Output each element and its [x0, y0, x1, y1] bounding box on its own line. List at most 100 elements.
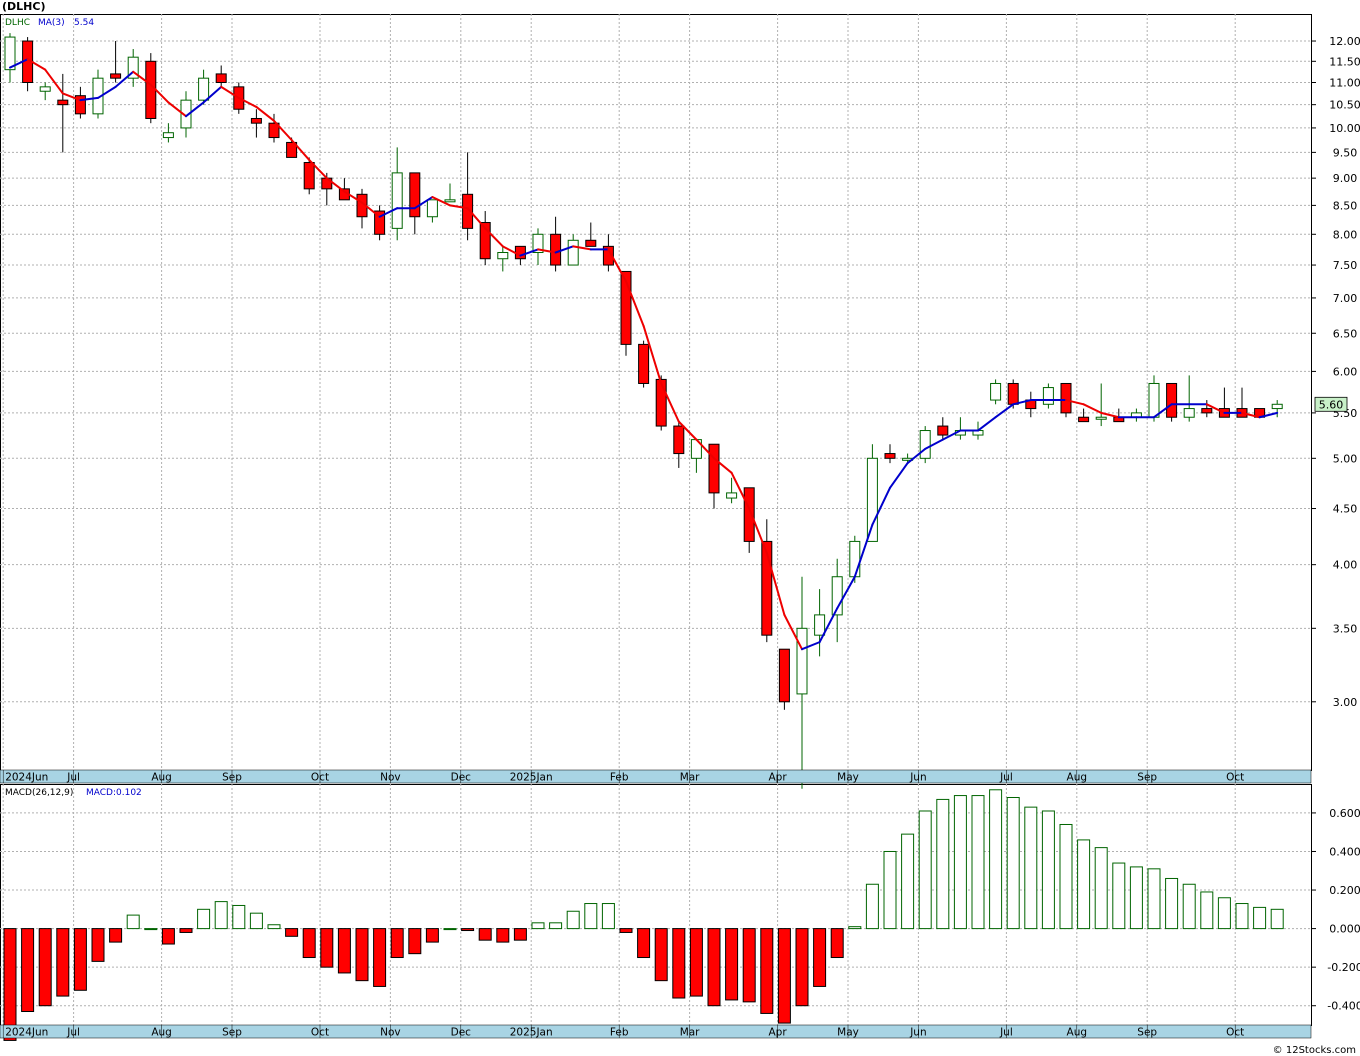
macd-bar — [725, 928, 739, 1001]
macd-bar — [1147, 868, 1161, 930]
month-label: Jun — [909, 772, 926, 784]
candle-body — [1042, 387, 1054, 405]
candle-body — [937, 425, 949, 436]
last-price-label: 5.60 — [1319, 398, 1344, 411]
month-label: Aug — [1067, 772, 1088, 784]
month-label: Dec — [451, 1027, 472, 1039]
macd-time-axis — [0, 1024, 1312, 1039]
macd-bar — [1200, 891, 1214, 930]
price-time-axis — [0, 769, 1312, 784]
macd-value-label: MACD:0.102 — [86, 788, 142, 798]
month-label: Sep — [222, 1027, 242, 1039]
macd-bar — [1112, 862, 1126, 930]
macd-bar — [813, 928, 827, 987]
macd-bar — [109, 928, 123, 943]
price-tick-label: 4.00 — [1333, 559, 1358, 572]
macd-bar — [1059, 823, 1073, 930]
price-tick-label: 10.00 — [1329, 122, 1360, 135]
candle-body — [990, 382, 1002, 401]
candle-body — [391, 172, 403, 229]
macd-bar — [566, 910, 580, 930]
price-tick-label: 8.00 — [1333, 228, 1358, 241]
macd-tick-label: 0.600 — [1329, 807, 1360, 820]
price-tick-label: 5.00 — [1333, 452, 1358, 465]
candle-body — [110, 73, 122, 79]
macd-bar — [1270, 908, 1284, 930]
macd-bar — [302, 928, 316, 959]
price-tick-label: 3.50 — [1333, 622, 1358, 635]
macd-bar — [549, 922, 563, 930]
macd-tick-label: 0.400 — [1329, 845, 1360, 858]
candle-body — [567, 239, 579, 266]
macd-bar — [689, 928, 703, 997]
candle-body — [215, 73, 227, 83]
month-label: Sep — [1137, 1027, 1157, 1039]
month-label: Sep — [222, 772, 242, 784]
ma-label: MA(3) — [38, 18, 65, 28]
macd-bar — [126, 914, 140, 930]
macd-bar — [795, 928, 809, 1007]
macd-bar — [654, 928, 668, 982]
month-label: Feb — [610, 772, 629, 784]
candle-body — [1078, 416, 1090, 423]
price-tick-label: 6.50 — [1333, 327, 1358, 340]
macd-bar — [513, 928, 527, 941]
candle-body — [1201, 408, 1213, 414]
macd-bar — [742, 928, 756, 1003]
macd-bar — [214, 901, 228, 930]
macd-tick-label: 0.000 — [1329, 923, 1360, 936]
ma-value: 5.54 — [74, 18, 94, 28]
candle-body — [1271, 403, 1283, 410]
macd-bar — [601, 903, 615, 930]
candle-body — [673, 425, 685, 455]
month-label: 2024Jun — [5, 1027, 48, 1039]
macd-bar — [1077, 839, 1091, 930]
macd-bar — [531, 922, 545, 930]
macd-bar — [707, 928, 721, 1007]
macd-bar — [461, 928, 475, 932]
symbol-label: DLHC — [5, 18, 30, 28]
candle-body — [655, 378, 667, 427]
macd-bar — [1024, 806, 1038, 930]
macd-bar — [953, 795, 967, 930]
candle-body — [303, 162, 315, 190]
candle-body — [162, 132, 174, 139]
candle-body — [638, 343, 650, 384]
month-label: Oct — [311, 772, 329, 784]
macd-bar — [584, 903, 598, 930]
macd-bar — [989, 789, 1003, 930]
candle-body — [849, 540, 861, 578]
macd-bar — [918, 810, 932, 930]
month-label: Aug — [151, 1027, 172, 1039]
price-tick-label: 11.00 — [1329, 76, 1360, 89]
month-label: Apr — [769, 1027, 788, 1039]
macd-bar — [936, 798, 950, 930]
month-label: 2025Jan — [510, 772, 553, 784]
candle-body — [708, 443, 720, 494]
price-tick-label: 8.50 — [1333, 199, 1358, 212]
candle-body — [57, 99, 69, 106]
candle-body — [550, 233, 562, 266]
macd-bar — [390, 928, 404, 959]
macd-bar — [830, 928, 844, 959]
macd-tick-label: -0.200 — [1327, 961, 1360, 974]
candle-body — [409, 172, 421, 218]
macd-bar — [478, 928, 492, 941]
month-label: Apr — [769, 772, 788, 784]
macd-bar — [496, 928, 510, 943]
macd-bar — [425, 928, 439, 943]
price-tick-label: 9.00 — [1333, 172, 1358, 185]
candle-body — [726, 492, 738, 499]
price-tick-label: 7.00 — [1333, 292, 1358, 305]
month-label: Oct — [311, 1027, 329, 1039]
candle-body — [884, 453, 896, 459]
macd-bar — [619, 928, 633, 933]
stock-chart: 12.00 11.50 11.00 10.50 10.00 9.50 9.00 8.50 8.0… — [0, 14, 1360, 1041]
candle-body — [444, 199, 456, 203]
macd-bar — [1129, 866, 1143, 930]
macd-bar — [355, 928, 369, 982]
macd-bar — [777, 928, 791, 1024]
price-tick-label: 12.00 — [1329, 35, 1360, 48]
month-label: Mar — [680, 1027, 700, 1039]
month-label: May — [837, 1027, 859, 1039]
